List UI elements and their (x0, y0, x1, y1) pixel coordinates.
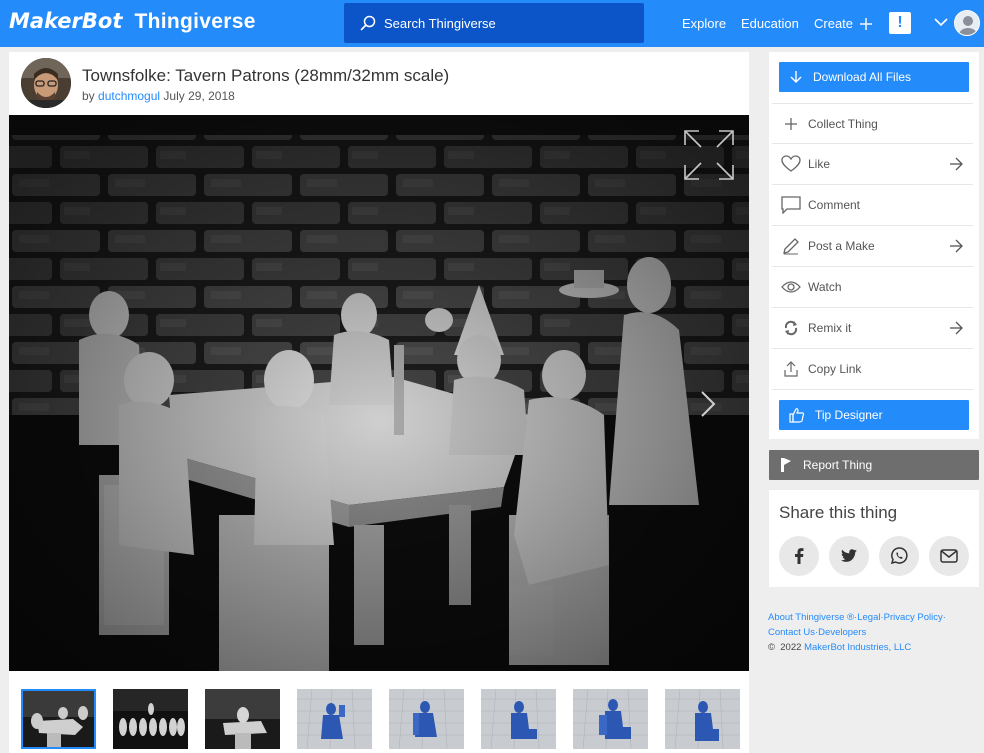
footer-privacy-link[interactable]: Privacy Policy (884, 612, 943, 623)
post-a-make-label: Post a Make (808, 239, 875, 253)
thumbnail[interactable] (205, 689, 280, 749)
thing-main-card: Townsfolke: Tavern Patrons (28mm/32mm sc… (9, 52, 749, 753)
alert-icon[interactable]: ! (889, 12, 911, 34)
collect-thing-button[interactable]: Collect Thing (772, 103, 973, 144)
collect-thing-label: Collect Thing (808, 116, 878, 131)
by-label: by (82, 89, 95, 103)
download-all-files-button[interactable]: Download All Files (779, 62, 969, 92)
share-whatsapp-button[interactable] (879, 536, 919, 576)
main-photo[interactable] (9, 115, 749, 671)
thing-title: Townsfolke: Tavern Patrons (28mm/32mm sc… (82, 66, 450, 85)
page-footer: About Thingiverse ®·Legal·Privacy Policy… (768, 610, 982, 655)
share-twitter-button[interactable] (829, 536, 869, 576)
author-avatar[interactable] (21, 58, 71, 108)
logo-thingiverse: Thingiverse (134, 10, 256, 33)
thumbnail-strip (21, 689, 749, 753)
publish-date: July 29, 2018 (163, 89, 235, 103)
plus-icon (860, 17, 873, 30)
search-icon (360, 15, 376, 31)
thumbnail[interactable] (21, 689, 96, 749)
download-label: Download All Files (813, 70, 912, 84)
chevron-down-icon[interactable] (934, 17, 948, 27)
footer-legal-link[interactable]: Legal (857, 612, 880, 623)
footer-about-link[interactable]: About Thingiverse (768, 612, 844, 623)
footer-line-3: © 2022 MakerBot Industries, LLC (768, 640, 982, 655)
thumbnail[interactable] (297, 689, 372, 749)
flag-icon (781, 458, 791, 472)
email-icon (940, 549, 958, 563)
whatsapp-icon (890, 547, 908, 565)
nav-create[interactable]: Create (814, 0, 873, 47)
remix-label: Remix it (808, 321, 852, 335)
chevron-right-icon[interactable] (699, 389, 717, 419)
expand-fullscreen-icon[interactable] (683, 129, 735, 181)
comment-label: Comment (808, 198, 861, 212)
nav-explore[interactable]: Explore (682, 0, 726, 47)
footer-developers-link[interactable]: Developers (818, 627, 866, 638)
report-thing-button[interactable]: Report Thing (769, 450, 979, 480)
site-logo[interactable]: MakerBot Thingiverse (9, 9, 256, 34)
footer-copyright: © 2022 (768, 642, 805, 653)
footer-line-2: Contact Us·Developers (768, 625, 982, 640)
heart-icon (780, 155, 802, 173)
facebook-icon (795, 548, 804, 564)
thumbnail[interactable] (573, 689, 648, 749)
arrow-right-icon (950, 321, 963, 335)
share-facebook-button[interactable] (779, 536, 819, 576)
like-button[interactable]: Like (772, 144, 973, 185)
arrow-right-icon (950, 239, 963, 253)
top-header: MakerBot Thingiverse Search Thingiverse … (0, 0, 984, 47)
author-link[interactable]: dutchmogul (98, 89, 160, 103)
thumbs-up-icon (789, 408, 805, 423)
post-a-make-button[interactable]: Post a Make (772, 226, 973, 267)
watch-label: Watch (808, 280, 842, 294)
footer-reg-mark: ® (847, 612, 855, 623)
share-card: Share this thing (769, 490, 979, 587)
comment-icon (780, 196, 802, 214)
thumbnail[interactable] (481, 689, 556, 749)
share-title: Share this thing (779, 503, 898, 522)
thumbnail[interactable] (665, 689, 740, 749)
footer-contact-link[interactable]: Contact Us (768, 627, 815, 638)
share-upload-icon (780, 361, 802, 377)
report-thing-label: Report Thing (803, 458, 873, 472)
footer-separator: · (942, 612, 946, 623)
twitter-icon (841, 549, 857, 562)
thumbnail[interactable] (389, 689, 464, 749)
thing-actions-card: Download All Files Collect Thing Like Co… (769, 52, 979, 439)
footer-line-1: About Thingiverse ®·Legal·Privacy Policy… (768, 610, 982, 625)
arrow-right-icon (950, 157, 963, 171)
nav-education[interactable]: Education (741, 0, 799, 47)
logo-makerbot: MakerBot (9, 9, 123, 33)
nav-create-label: Create (814, 16, 854, 31)
remix-icon (780, 320, 802, 336)
search-input[interactable]: Search Thingiverse (344, 3, 644, 43)
download-icon (790, 71, 802, 83)
share-email-button[interactable] (929, 536, 969, 576)
user-avatar[interactable] (954, 10, 980, 36)
copy-link-label: Copy Link (808, 362, 862, 376)
footer-company-link[interactable]: MakerBot Industries, LLC (804, 642, 911, 653)
search-placeholder: Search Thingiverse (384, 15, 496, 31)
tip-designer-label: Tip Designer (815, 408, 883, 422)
pencil-icon (780, 237, 802, 255)
thing-byline: by dutchmogul July 29, 2018 (82, 89, 235, 103)
copy-link-button[interactable]: Copy Link (772, 349, 973, 390)
plus-icon (780, 117, 802, 131)
eye-icon (780, 280, 802, 294)
remix-button[interactable]: Remix it (772, 308, 973, 349)
like-label: Like (808, 157, 831, 171)
watch-button[interactable]: Watch (772, 267, 973, 308)
tip-designer-button[interactable]: Tip Designer (779, 400, 969, 430)
thumbnail[interactable] (113, 689, 188, 749)
comment-button[interactable]: Comment (772, 185, 973, 226)
